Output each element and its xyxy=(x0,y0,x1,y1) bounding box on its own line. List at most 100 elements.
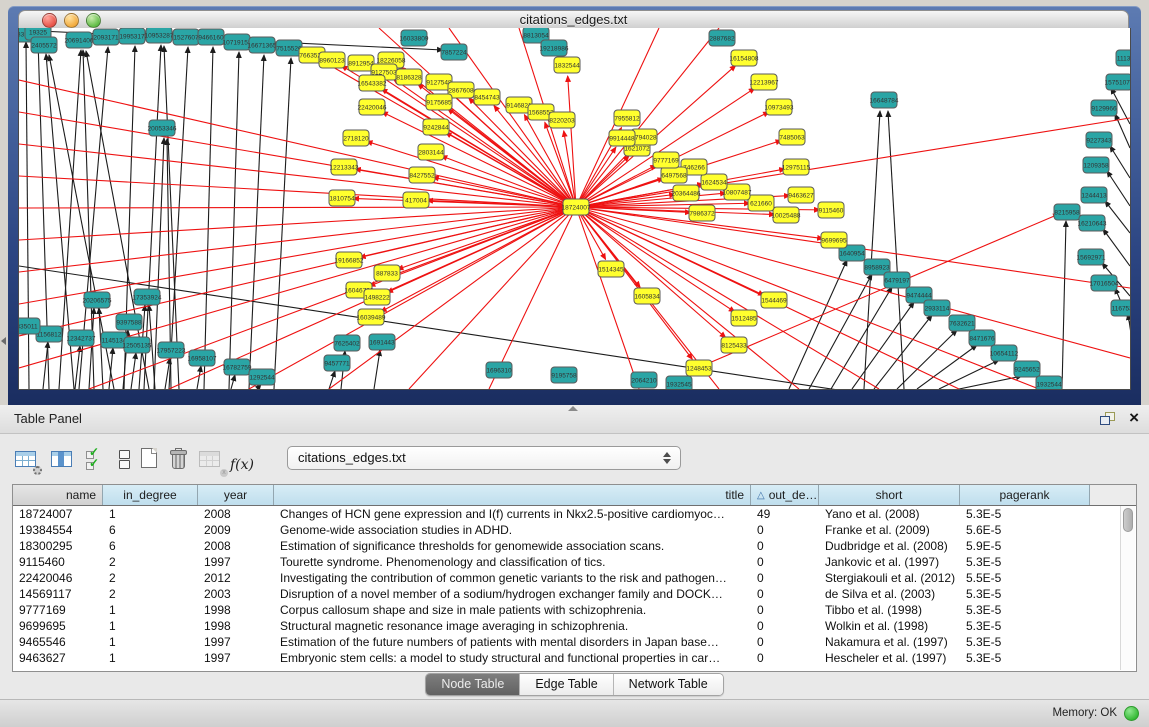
table-cell-out_degree[interactable]: 0 xyxy=(751,538,819,554)
table-cell-short[interactable]: Yano et al. (2008) xyxy=(819,506,960,522)
graph-node[interactable]: 8125433 xyxy=(721,337,747,353)
graph-node[interactable]: 1527607 xyxy=(173,29,199,45)
graph-node[interactable]: 6479197 xyxy=(884,272,910,288)
graph-node[interactable]: 2718120 xyxy=(343,130,369,146)
column-header-pagerank[interactable]: pagerank xyxy=(960,485,1090,505)
table-cell-pagerank[interactable]: 5.3E-5 xyxy=(960,586,1090,602)
graph-node[interactable]: 9245652 xyxy=(1014,361,1040,377)
delete-trash-icon[interactable] xyxy=(167,447,195,475)
graph-node[interactable]: 16154808 xyxy=(730,50,759,66)
scrollbar-thumb[interactable] xyxy=(1123,508,1133,532)
graph-node[interactable]: 835011 xyxy=(19,318,40,334)
network-window-titlebar[interactable]: citations_edges.txt xyxy=(18,10,1129,30)
table-row[interactable]: 1456911722003Disruption of a novel membe… xyxy=(13,586,1136,602)
graph-node[interactable]: 10973493 xyxy=(765,99,794,115)
table-cell-name[interactable]: 9777169 xyxy=(13,602,103,618)
table-row[interactable]: 1830029562008Estimation of significance … xyxy=(13,538,1136,554)
table-cell-title[interactable]: Genome-wide association studies in ADHD. xyxy=(274,522,751,538)
table-row[interactable]: 969969511998Structural magnetic resonanc… xyxy=(13,618,1136,634)
table-cell-name[interactable]: 9115460 xyxy=(13,554,103,570)
graph-node[interactable]: 16033809 xyxy=(400,30,429,46)
graph-node[interactable]: 20364486 xyxy=(672,185,701,201)
graph-node[interactable]: 16958107 xyxy=(188,350,217,366)
graph-node[interactable]: 10953287 xyxy=(145,28,174,43)
graph-node[interactable]: 9175685 xyxy=(426,94,452,110)
column-header-year[interactable]: year xyxy=(198,485,274,505)
table-cell-short[interactable]: Hescheler et al. (1997) xyxy=(819,650,960,666)
network-graph-svg[interactable]: 8350119325240557220691406209317119953171… xyxy=(19,28,1130,389)
graph-node[interactable]: 9777169 xyxy=(653,152,679,168)
select-columns-icon[interactable] xyxy=(50,447,78,475)
table-cell-short[interactable]: Franke et al. (2009) xyxy=(819,522,960,538)
function-builder-icon[interactable]: f(x) xyxy=(230,447,258,475)
close-panel-icon[interactable]: × xyxy=(1129,407,1139,429)
memory-ok-indicator[interactable] xyxy=(1124,706,1139,721)
graph-node[interactable]: 17016504 xyxy=(1090,275,1119,291)
tab-node-table[interactable]: Node Table xyxy=(426,674,520,695)
table-cell-in_degree[interactable]: 6 xyxy=(103,538,198,554)
table-cell-year[interactable]: 1998 xyxy=(198,618,274,634)
graph-node[interactable]: 8220203 xyxy=(549,112,575,128)
graph-node[interactable]: 12213343 xyxy=(330,159,359,175)
graph-node[interactable]: 9699695 xyxy=(821,232,847,248)
table-cell-short[interactable]: de Silva et al. (2003) xyxy=(819,586,960,602)
graph-node[interactable]: 9466160 xyxy=(198,29,224,45)
table-cell-year[interactable]: 2012 xyxy=(198,570,274,586)
table-cell-out_degree[interactable]: 0 xyxy=(751,618,819,634)
table-cell-title[interactable]: Estimation of significance thresholds fo… xyxy=(274,538,751,554)
graph-node[interactable]: 2093171 xyxy=(93,29,119,45)
table-cell-title[interactable]: Disruption of a novel member of a sodium… xyxy=(274,586,751,602)
table-cell-title[interactable]: Embryonic stem cells: a model to study s… xyxy=(274,650,751,666)
graph-node[interactable]: 417004 xyxy=(403,192,429,208)
table-cell-out_degree[interactable]: 0 xyxy=(751,602,819,618)
table-cell-year[interactable]: 1997 xyxy=(198,554,274,570)
table-cell-pagerank[interactable]: 5.3E-5 xyxy=(960,650,1090,666)
column-header-in_degree[interactable]: in_degree xyxy=(103,485,198,505)
table-row[interactable]: 946554611997Estimation of the future num… xyxy=(13,634,1136,650)
graph-node[interactable]: 12213967 xyxy=(750,74,779,90)
table-cell-short[interactable]: Jankovic et al. (1997) xyxy=(819,554,960,570)
table-row[interactable]: 977716911998Corpus callosum shape and si… xyxy=(13,602,1136,618)
graph-node[interactable]: 15692971 xyxy=(1077,249,1106,265)
table-row[interactable]: 946362711997Embryonic stem cells: a mode… xyxy=(13,650,1136,666)
graph-node[interactable]: 15751074 xyxy=(1105,74,1130,90)
graph-node[interactable]: 20206575 xyxy=(83,292,112,308)
graph-node[interactable]: 16543382 xyxy=(358,75,387,91)
graph-node[interactable]: 1167533 xyxy=(1111,300,1130,316)
table-cell-title[interactable]: Changes of HCN gene expression and I(f) … xyxy=(274,506,751,522)
graph-node[interactable]: 1691443 xyxy=(369,334,395,350)
table-cell-year[interactable]: 2008 xyxy=(198,506,274,522)
tab-edge-table[interactable]: Edge Table xyxy=(520,674,613,695)
left-split-collapse-icon[interactable] xyxy=(1,337,6,345)
table-cell-title[interactable]: Investigating the contribution of common… xyxy=(274,570,751,586)
graph-node[interactable]: 1512485 xyxy=(731,310,757,326)
table-cell-pagerank[interactable]: 5.3E-5 xyxy=(960,554,1090,570)
column-header-short[interactable]: short xyxy=(819,485,960,505)
table-cell-pagerank[interactable]: 5.3E-5 xyxy=(960,506,1090,522)
table-cell-in_degree[interactable]: 1 xyxy=(103,650,198,666)
table-cell-pagerank[interactable]: 5.9E-5 xyxy=(960,538,1090,554)
table-cell-title[interactable]: Structural magnetic resonance image aver… xyxy=(274,618,751,634)
network-canvas[interactable]: 8350119325240557220691406209317119953171… xyxy=(18,28,1131,390)
table-cell-out_degree[interactable]: 0 xyxy=(751,634,819,650)
graph-node[interactable]: 7632621 xyxy=(949,315,975,331)
table-cell-out_degree[interactable]: 0 xyxy=(751,650,819,666)
table-settings-icon[interactable] xyxy=(14,447,42,475)
table-row[interactable]: 911546021997Tourette syndrome. Phenomeno… xyxy=(13,554,1136,570)
table-cell-in_degree[interactable]: 1 xyxy=(103,506,198,522)
table-cell-pagerank[interactable]: 5.3E-5 xyxy=(960,618,1090,634)
table-cell-year[interactable]: 1997 xyxy=(198,650,274,666)
graph-node[interactable]: 7857224 xyxy=(441,44,467,60)
graph-node[interactable]: 1932544 xyxy=(1036,376,1062,389)
graph-node[interactable]: 2405572 xyxy=(31,37,57,53)
graph-node[interactable]: 16210643 xyxy=(1078,215,1107,231)
table-cell-in_degree[interactable]: 1 xyxy=(103,634,198,650)
table-cell-in_degree[interactable]: 1 xyxy=(103,618,198,634)
graph-node[interactable]: 7986372 xyxy=(689,205,715,221)
tab-network-table[interactable]: Network Table xyxy=(614,674,723,695)
graph-node[interactable]: 17353924 xyxy=(133,289,162,305)
graph-node[interactable]: 1514345 xyxy=(598,261,624,277)
graph-node[interactable]: 16039489 xyxy=(357,309,386,325)
table-cell-out_degree[interactable]: 49 xyxy=(751,506,819,522)
table-cell-in_degree[interactable]: 2 xyxy=(103,570,198,586)
